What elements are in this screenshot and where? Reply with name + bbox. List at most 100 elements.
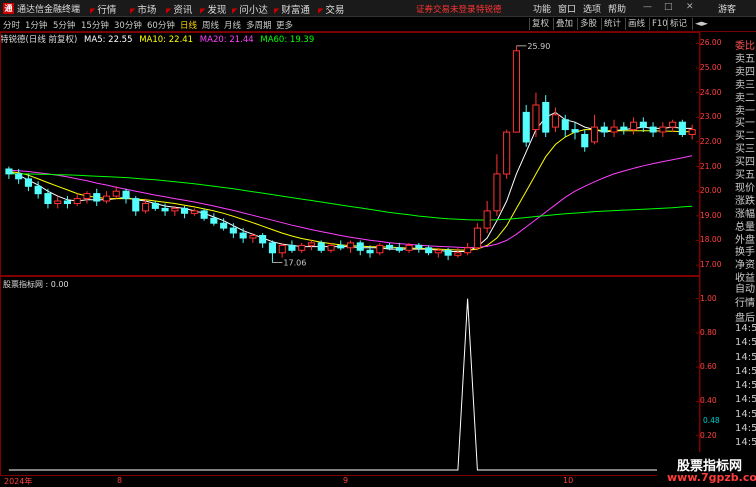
indicator-series xyxy=(8,298,693,471)
tick-time-label: 14:50 xyxy=(735,437,756,449)
candle-body xyxy=(249,235,257,239)
indicator-name: 股票指标网 : 0.00 xyxy=(3,280,69,289)
candle[interactable] xyxy=(93,188,101,206)
candle[interactable] xyxy=(54,196,62,209)
candle[interactable] xyxy=(229,223,237,238)
candle-body xyxy=(268,242,276,254)
candle[interactable] xyxy=(649,122,657,137)
candle[interactable] xyxy=(200,208,208,221)
candle[interactable] xyxy=(591,114,599,145)
candle-body xyxy=(591,126,599,143)
tick-time-label: 盘后 xyxy=(735,312,755,324)
candle[interactable] xyxy=(259,233,267,248)
price-tick-label: 19.00 xyxy=(700,210,722,220)
candle[interactable] xyxy=(103,191,111,204)
candle[interactable] xyxy=(639,117,647,133)
candle[interactable] xyxy=(239,228,247,243)
candle[interactable] xyxy=(307,240,315,251)
candle[interactable] xyxy=(190,208,198,216)
candle[interactable] xyxy=(620,122,628,135)
chart-frame xyxy=(0,32,701,476)
candle[interactable] xyxy=(464,242,472,256)
candle[interactable] xyxy=(366,245,374,258)
main-pane-border xyxy=(0,32,700,276)
ma60-line xyxy=(8,173,693,221)
candle-body xyxy=(229,227,237,234)
candle-body xyxy=(522,111,530,143)
price-tick-label: 22.00 xyxy=(700,136,722,146)
candle[interactable] xyxy=(83,191,91,204)
candle[interactable] xyxy=(542,95,550,137)
tick-time-label: 14:50 xyxy=(735,337,756,349)
candle-body xyxy=(483,210,491,229)
candle[interactable] xyxy=(522,104,530,147)
tick-time-label: 14:50 xyxy=(735,423,756,434)
price-tick-label: 23.00 xyxy=(700,112,722,122)
candle-body xyxy=(386,244,394,249)
price-tick-label: 21.00 xyxy=(700,161,722,171)
candle-body xyxy=(220,222,228,229)
candle[interactable] xyxy=(298,242,306,253)
candle[interactable] xyxy=(288,240,296,253)
candle[interactable] xyxy=(268,240,276,263)
candle[interactable] xyxy=(5,166,13,179)
candle[interactable] xyxy=(73,193,81,206)
candle-body xyxy=(356,242,364,251)
candle[interactable] xyxy=(63,196,72,209)
candle[interactable] xyxy=(532,92,540,137)
candle-body xyxy=(278,244,286,254)
indicator-label: 股票指标网 : 0.00 xyxy=(3,279,69,290)
candle[interactable] xyxy=(678,119,686,137)
candle[interactable] xyxy=(132,196,140,216)
candle[interactable] xyxy=(503,129,511,179)
candle[interactable] xyxy=(415,242,423,253)
candles xyxy=(5,45,696,263)
candle[interactable] xyxy=(356,240,364,256)
candle-body xyxy=(122,190,130,200)
candle-body xyxy=(561,119,569,131)
candle[interactable] xyxy=(122,188,130,204)
candle[interactable] xyxy=(493,154,501,216)
candle-body xyxy=(600,126,608,133)
watermark: 股票指标网 www.7gpzb.com xyxy=(657,452,756,487)
candle[interactable] xyxy=(600,122,608,137)
candle[interactable] xyxy=(249,233,257,243)
kline-chart[interactable]: 25.90 17.06 xyxy=(0,0,756,487)
candle-body xyxy=(288,244,296,251)
candle[interactable] xyxy=(395,242,403,253)
candle[interactable] xyxy=(278,242,286,258)
indicator-tick-label: 0.60 xyxy=(700,362,717,372)
candle[interactable] xyxy=(688,124,696,140)
candle[interactable] xyxy=(659,122,667,137)
candle-body xyxy=(473,227,481,249)
candle[interactable] xyxy=(376,242,384,256)
candle[interactable] xyxy=(483,201,491,234)
candle-body xyxy=(464,247,472,254)
candle-body xyxy=(171,207,179,212)
candle[interactable] xyxy=(347,240,355,253)
candle[interactable] xyxy=(454,247,462,258)
price-tick-label: 25.00 xyxy=(700,63,722,73)
candle[interactable] xyxy=(44,188,52,209)
candle[interactable] xyxy=(610,119,618,137)
candle[interactable] xyxy=(473,223,481,251)
candle-body xyxy=(405,244,413,251)
candle[interactable] xyxy=(581,129,589,152)
candle-body xyxy=(454,252,462,256)
candle[interactable] xyxy=(551,107,560,133)
date-label-year: 2024年 xyxy=(4,477,33,486)
candle-body xyxy=(630,121,638,131)
candle[interactable] xyxy=(669,119,677,133)
candle[interactable] xyxy=(337,240,345,251)
candle[interactable] xyxy=(571,122,579,140)
candle[interactable] xyxy=(210,213,218,226)
candle[interactable] xyxy=(630,117,638,135)
candle-body xyxy=(239,232,247,239)
candle-body xyxy=(34,185,42,195)
tick-time-label: 14:50 xyxy=(735,322,756,334)
tick-time-label: 14:50 xyxy=(735,380,756,392)
low-price-label: 17.06 xyxy=(283,259,306,268)
candle-body xyxy=(181,207,189,214)
candle[interactable] xyxy=(425,245,433,256)
candle[interactable] xyxy=(512,45,521,133)
